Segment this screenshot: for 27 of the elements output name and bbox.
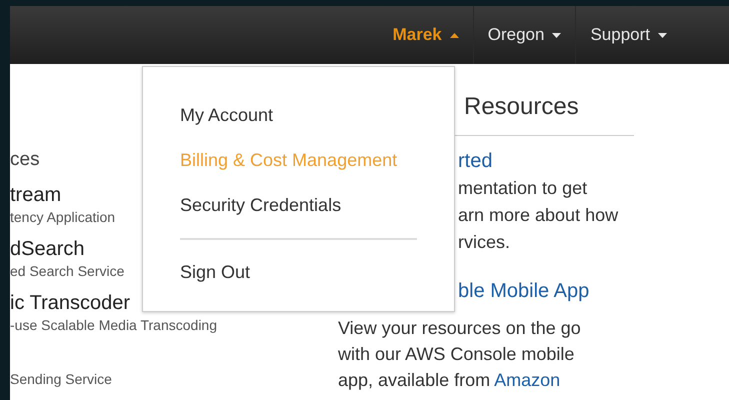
service-link[interactable]: dSearch [10,238,84,260]
service-link[interactable]: ic Transcoder [10,292,130,314]
section-heading: ces [10,148,40,172]
amazon-link[interactable]: Amazon [494,370,560,390]
menu-item[interactable]: Security Credentials [180,183,417,228]
description-text: arn more about how [458,204,620,227]
service-description: -use Scalable Media Transcoding [10,316,218,334]
service-description: Sending Service [10,370,112,388]
service-description: tency Application [10,208,116,226]
getting-started-link[interactable]: rted [458,148,634,175]
description-text: with our AWS Console mobile [338,343,574,366]
nav-menu-button[interactable]: Oregon [472,6,576,64]
nav-menu-button[interactable]: Support [575,6,681,64]
caret-icon [552,32,562,38]
user-menu-button[interactable]: Marek [378,6,473,64]
service-description: ed Search Service [10,262,124,280]
menu-item[interactable]: Sign Out [180,250,417,295]
section-heading: Resources [464,92,579,122]
caret-icon [658,32,667,38]
description-text: app, available from Amazon [338,369,560,392]
description-text: View your resources on the go [338,317,581,340]
description-text: rvices. [458,231,512,254]
mobile-app-link[interactable]: ble Mobile App [458,278,634,305]
description-text: mentation to get [458,177,588,200]
caret-icon [450,32,459,38]
menu-item[interactable]: My Account [180,93,417,138]
service-link[interactable]: tream [10,184,62,206]
